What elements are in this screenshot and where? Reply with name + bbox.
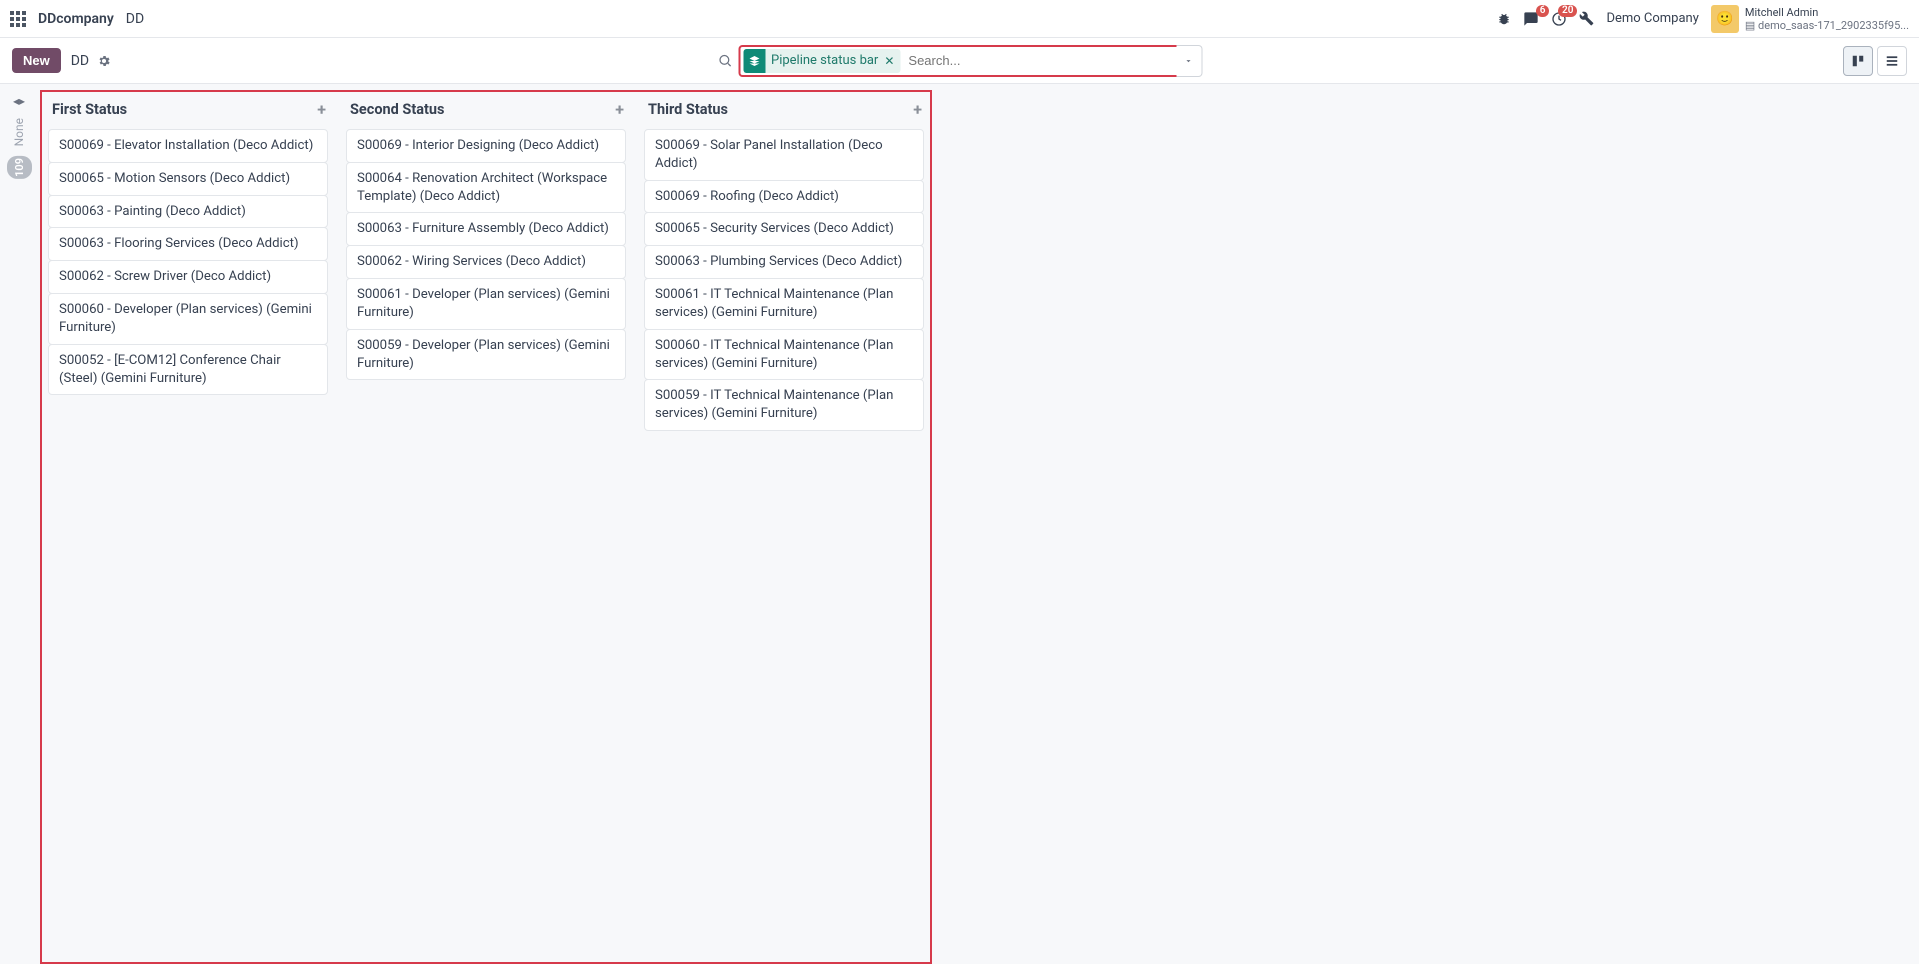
kanban-column-header[interactable]: First Status + [48, 96, 328, 129]
kanban-card[interactable]: S00063 - Painting (Deco Addict) [48, 195, 328, 229]
kanban-card[interactable]: S00062 - Wiring Services (Deco Addict) [346, 245, 626, 279]
user-name: Mitchell Admin [1745, 6, 1909, 19]
kanban-column-title: Third Status [648, 101, 728, 118]
kanban-card[interactable]: S00059 - IT Technical Maintenance (Plan … [644, 379, 924, 431]
activities-badge: 20 [1558, 5, 1577, 17]
search-box[interactable]: Pipeline status bar ✕ [738, 45, 1178, 77]
search-facet: Pipeline status bar ✕ [743, 49, 900, 73]
kanban-rail: ◂▸ None 109 [0, 90, 38, 964]
kanban-card[interactable]: S00063 - Flooring Services (Deco Addict) [48, 227, 328, 261]
add-card-icon[interactable]: + [615, 100, 624, 119]
kanban-column: First Status + S00069 - Elevator Installat… [48, 96, 328, 395]
kanban-column-header[interactable]: Third Status + [644, 96, 924, 129]
kanban-card[interactable]: S00069 - Roofing (Deco Addict) [644, 180, 924, 214]
kanban-card[interactable]: S00059 - Developer (Plan services) (Gemi… [346, 329, 626, 381]
kanban-card[interactable]: S00063 - Furniture Assembly (Deco Addict… [346, 212, 626, 246]
kanban-card[interactable]: S00060 - IT Technical Maintenance (Plan … [644, 329, 924, 381]
search-input[interactable] [900, 47, 1176, 75]
search-options-toggle[interactable] [1176, 45, 1202, 77]
bug-icon[interactable] [1497, 12, 1511, 26]
user-menu[interactable]: 🙂 Mitchell Admin ▤ demo_saas-171_2902335… [1711, 5, 1909, 33]
kanban-area: ◂▸ None 109 First Status + S00069 - Elevat… [0, 84, 1919, 964]
facet-label: Pipeline status bar [771, 53, 878, 68]
nav-menu-item[interactable]: DD [126, 11, 144, 27]
top-nav: DDcompany DD 6 20 Demo Company 🙂 Mitchel… [0, 0, 1919, 38]
kanban-card[interactable]: S00069 - Elevator Installation (Deco Add… [48, 129, 328, 163]
kanban-card[interactable]: S00061 - IT Technical Maintenance (Plan … [644, 278, 924, 330]
add-card-icon[interactable]: + [913, 100, 922, 119]
add-card-icon[interactable]: + [317, 100, 326, 119]
company-switcher[interactable]: Demo Company [1606, 11, 1698, 26]
rail-none-label[interactable]: None [12, 118, 26, 146]
stack-icon [743, 49, 765, 73]
apps-icon[interactable] [10, 11, 26, 27]
kanban-column: Second Status + S00069 - Interior Designin… [346, 96, 626, 380]
kanban-card[interactable]: S00065 - Security Services (Deco Addict) [644, 212, 924, 246]
gear-icon[interactable] [97, 54, 111, 68]
kanban-card[interactable]: S00069 - Interior Designing (Deco Addict… [346, 129, 626, 163]
kanban-column-title: Second Status [350, 101, 444, 118]
database-icon: ▤ [1745, 19, 1755, 32]
db-name: demo_saas-171_2902335f95... [1758, 19, 1909, 32]
kanban-card[interactable]: S00061 - Developer (Plan services) (Gemi… [346, 278, 626, 330]
new-button[interactable]: New [12, 48, 61, 73]
facet-remove-icon[interactable]: ✕ [884, 54, 894, 68]
kanban-column-title: First Status [52, 101, 127, 118]
kanban-column: Third Status + S00069 - Solar Panel Instal… [644, 96, 924, 431]
kanban-view-button[interactable] [1843, 46, 1873, 76]
kanban-card[interactable]: S00063 - Plumbing Services (Deco Addict) [644, 245, 924, 279]
kanban-column-header[interactable]: Second Status + [346, 96, 626, 129]
kanban-card[interactable]: S00065 - Motion Sensors (Deco Addict) [48, 162, 328, 196]
breadcrumb-item[interactable]: DD [71, 53, 89, 69]
kanban-card[interactable]: S00069 - Solar Panel Installation (Deco … [644, 129, 924, 181]
search-area: Pipeline status bar ✕ [717, 45, 1202, 77]
breadcrumb: DD [71, 53, 111, 69]
activities-icon[interactable]: 20 [1551, 11, 1567, 27]
brand-title[interactable]: DDcompany [38, 11, 114, 27]
control-panel: New DD Pipeline status bar ✕ [0, 38, 1919, 84]
kanban-card[interactable]: S00052 - [E-COM12] Conference Chair (Ste… [48, 344, 328, 396]
kanban-card[interactable]: S00062 - Screw Driver (Deco Addict) [48, 260, 328, 294]
list-view-button[interactable] [1877, 46, 1907, 76]
tools-icon[interactable] [1579, 11, 1594, 26]
avatar: 🙂 [1711, 5, 1739, 33]
kanban-card[interactable]: S00064 - Renovation Architect (Workspace… [346, 162, 626, 214]
search-icon[interactable] [717, 53, 732, 68]
kanban-card[interactable]: S00060 - Developer (Plan services) (Gemi… [48, 293, 328, 345]
kanban-board: First Status + S00069 - Elevator Installat… [40, 90, 932, 964]
messages-badge: 6 [1536, 5, 1550, 17]
rail-toggle-icon[interactable]: ◂▸ [13, 94, 25, 108]
rail-count-badge: 109 [7, 156, 32, 179]
view-switcher [1843, 46, 1907, 76]
messages-icon[interactable]: 6 [1523, 11, 1539, 27]
